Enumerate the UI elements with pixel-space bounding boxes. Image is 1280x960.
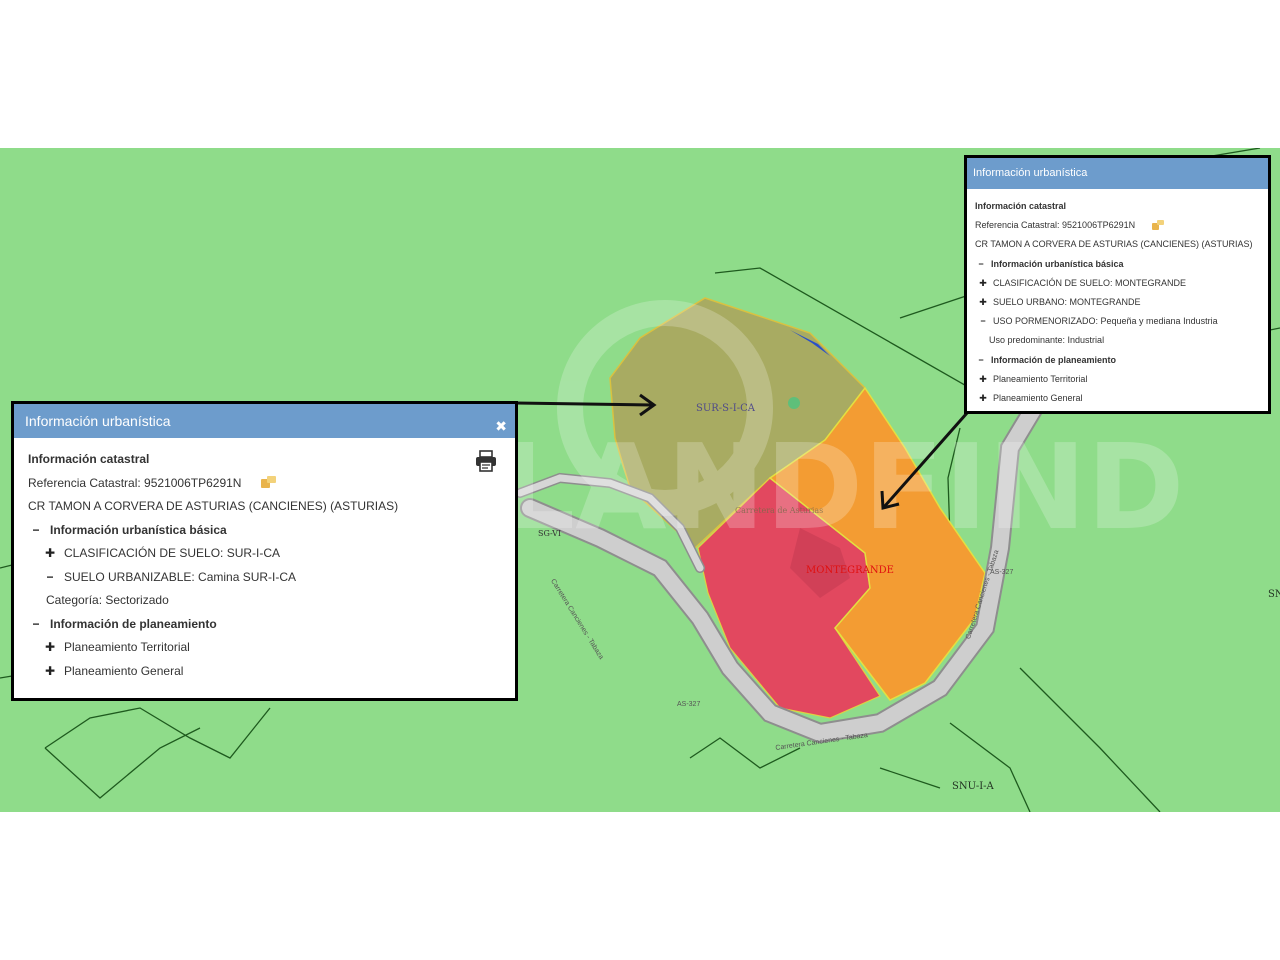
panel-header: Información urbanística ✖ [14,404,515,438]
panel-title: Información urbanística [973,167,1088,179]
plus-icon: ✚ [44,546,56,560]
clasificacion-toggle[interactable]: ✚ CLASIFICACIÓN DE SUELO: MONTEGRANDE [975,274,1260,293]
referencia-catastral: Referencia Catastral: 9521006TP6291N [975,220,1136,231]
minus-icon: − [46,569,54,584]
basic-info-toggle[interactable]: − Información urbanística básica [975,255,1260,274]
referencia-row: Referencia Catastral: 9521006TP6291N [28,472,501,496]
categoria: Categoría: Sectorizado [46,593,169,607]
referencia-row: Referencia Catastral: 9521006TP6291N [975,216,1260,235]
parcel-marker [788,397,800,409]
plus-icon: ✚ [979,373,987,384]
faint-road-label: Carretera de Asturias [735,506,824,515]
photo-icon[interactable] [1151,220,1164,231]
planeamiento-territorial[interactable]: ✚ Planeamiento Territorial [975,370,1260,389]
address: CR TAMON A CORVERA DE ASTURIAS (CANCIENE… [28,499,399,513]
zone-label-sn-edge: SN [1268,589,1280,600]
zone-label-montegrande: MONTEGRANDE [806,565,894,576]
planeamiento-toggle[interactable]: − Información de planeamiento [28,613,501,637]
plus-icon: ✚ [44,640,56,654]
section-catastral: Información catastral [28,452,150,466]
road-label-as327-b: AS-327 [677,701,701,708]
close-icon[interactable]: ✖ [495,409,507,443]
urban-info-panel-large: Información urbanística ✖ Información ca… [11,401,518,701]
planeamiento-general[interactable]: ✚ Planeamiento General [28,660,501,684]
plus-icon: ✚ [979,296,987,307]
plus-icon: ✚ [979,392,987,403]
planeamiento-territorial[interactable]: ✚ Planeamiento Territorial [28,636,501,660]
referencia-catastral: Referencia Catastral: 9521006TP6291N [28,475,242,490]
basic-info-toggle[interactable]: − Información urbanística básica [28,519,501,543]
minus-icon: − [32,616,40,631]
minus-icon: − [978,258,984,269]
minus-icon: − [32,522,40,537]
suelo-toggle[interactable]: ✚ SUELO URBANO: MONTEGRANDE [975,293,1260,312]
panel-title: Información urbanística [25,413,171,429]
plus-icon: ✚ [979,277,987,288]
minus-icon: − [978,354,984,365]
panel-header: Información urbanística [967,158,1268,189]
clasificacion-toggle[interactable]: ✚ CLASIFICACIÓN DE SUELO: SUR-I-CA [28,542,501,566]
zone-label-sg: SG-VI [538,529,562,538]
suelo-toggle[interactable]: − SUELO URBANIZABLE: Camina SUR-I-CA [28,566,501,590]
plus-icon: ✚ [44,663,56,678]
planeamiento-general[interactable]: ✚ Planeamiento General [975,389,1260,408]
zone-label-snu: SNU-I-A [952,781,994,792]
minus-icon: − [980,316,986,327]
address: CR TAMON A CORVERA DE ASTURIAS (CANCIENE… [975,239,1253,250]
uso-predominante: Uso predominante: Industrial [989,335,1105,346]
planeamiento-toggle[interactable]: − Información de planeamiento [975,351,1260,370]
zone-label-sur: SUR-S-I-CA [696,403,755,414]
uso-toggle[interactable]: − USO PORMENORIZADO: Pequeña y mediana In… [975,312,1260,331]
watermark-text: LANDFIND [500,418,1184,556]
urban-info-panel-small: Información urbanística Información cata… [964,155,1271,414]
section-catastral: Información catastral [975,201,1067,211]
photo-icon[interactable] [260,476,277,490]
